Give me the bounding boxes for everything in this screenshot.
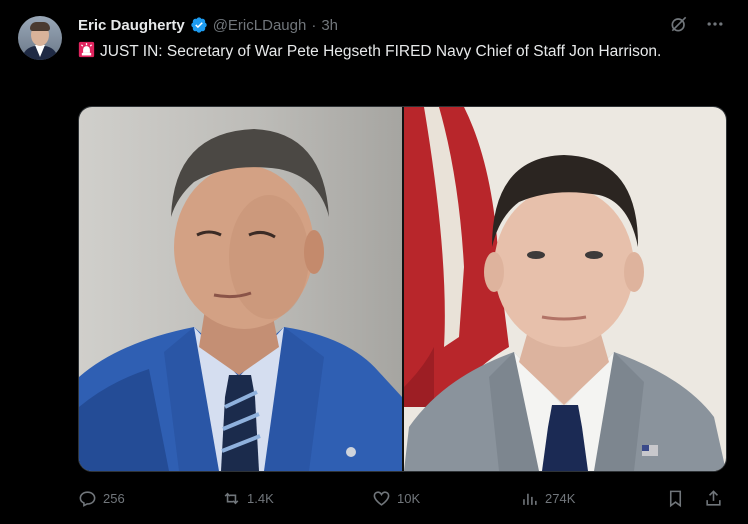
separator-dot: · — [311, 16, 317, 34]
view-count: 274K — [545, 490, 576, 506]
repost-count: 1.4K — [247, 490, 274, 506]
repost-button[interactable]: 1.4K — [222, 484, 274, 512]
reply-icon — [79, 490, 96, 507]
author-avatar[interactable] — [18, 16, 62, 60]
views-button[interactable]: 274K — [520, 484, 575, 512]
post-time[interactable]: 3h — [321, 17, 338, 34]
reply-button[interactable]: 256 — [78, 484, 125, 512]
like-count: 10K — [397, 490, 421, 506]
tweet-text: JUST IN: Secretary of War Pete Hegseth F… — [100, 43, 662, 60]
top-actions — [668, 13, 726, 35]
author-name[interactable]: Eric Daugherty — [78, 17, 185, 34]
heart-icon — [373, 490, 390, 506]
grok-icon[interactable] — [668, 13, 690, 35]
repost-icon — [224, 492, 239, 504]
action-bar: 256 1.4K 10K 274K — [78, 484, 728, 512]
like-button[interactable]: 10K — [372, 484, 420, 512]
tweet-text-block: JUST IN: Secretary of War Pete Hegseth F… — [78, 41, 718, 63]
avatar-hair — [30, 22, 50, 31]
share-icon — [706, 489, 721, 506]
bookmark-icon — [669, 490, 682, 507]
views-icon — [523, 493, 537, 505]
rotating-light-icon — [78, 41, 95, 58]
more-options-icon[interactable] — [704, 13, 726, 35]
share-button[interactable] — [704, 484, 723, 512]
photo-hegseth[interactable] — [79, 107, 402, 471]
tweet-header: Eric Daugherty @EricLDaugh · 3h — [78, 14, 338, 36]
author-handle[interactable]: @EricLDaugh — [213, 17, 307, 34]
reply-count: 256 — [103, 490, 125, 506]
photo-harrison[interactable] — [404, 107, 726, 471]
verified-badge-icon[interactable] — [190, 16, 208, 34]
bookmark-button[interactable] — [666, 484, 685, 512]
tweet-media[interactable] — [78, 106, 727, 472]
